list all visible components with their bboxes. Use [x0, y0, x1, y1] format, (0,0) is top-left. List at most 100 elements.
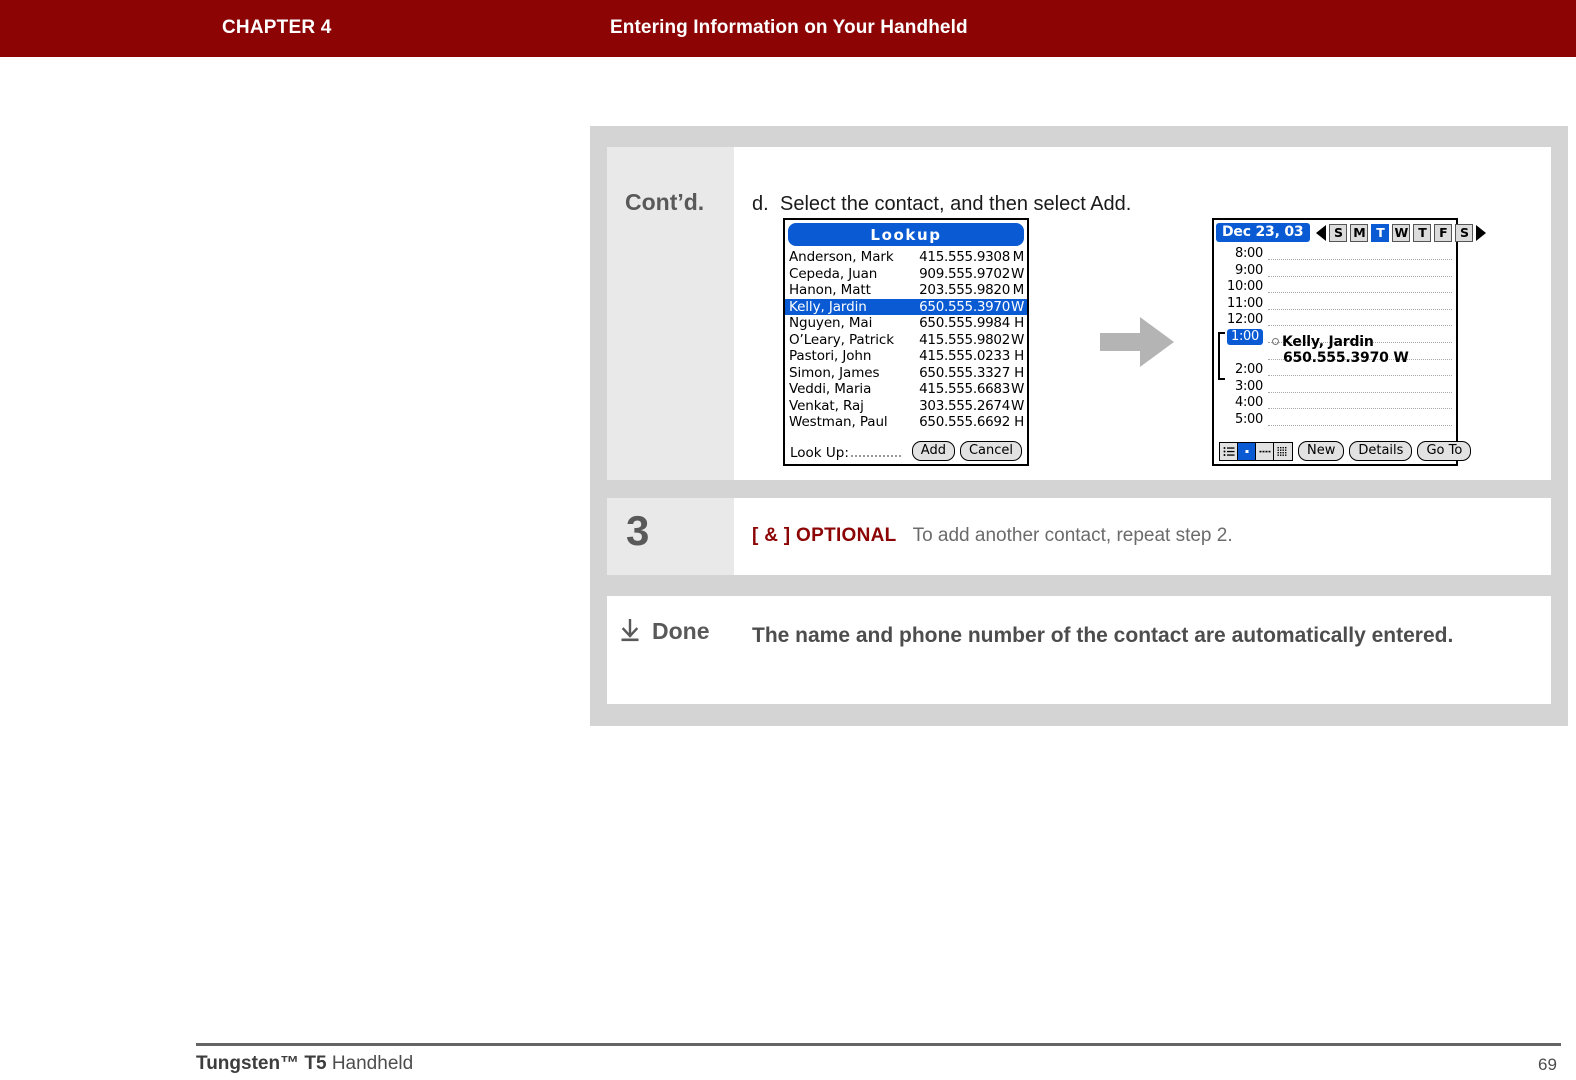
- calendar-time-label: 11:00: [1227, 295, 1263, 311]
- contact-phone-type: H: [1014, 414, 1024, 431]
- lookup-contact-row[interactable]: Westman, Paul 650.555.6692 H: [785, 414, 1027, 431]
- calendar-time-row[interactable]: 9:00: [1214, 263, 1456, 280]
- calendar-time-label: 3:00: [1235, 378, 1263, 394]
- contact-phone-type: W: [1010, 331, 1024, 348]
- contact-phone-type: W: [1010, 397, 1024, 414]
- agenda-view-icon[interactable]: [1220, 442, 1238, 460]
- calendar-slot-line: [1268, 275, 1452, 277]
- triangle-right-icon[interactable]: [1476, 224, 1487, 241]
- calendar-date[interactable]: Dec 23, 03: [1216, 223, 1311, 242]
- contact-phone: 650.555.3970: [919, 298, 1010, 315]
- weekday-button[interactable]: F: [1434, 223, 1453, 242]
- lookup-contact-row[interactable]: Simon, James 650.555.3327 H: [785, 365, 1027, 382]
- contact-phone-type: W: [1010, 265, 1024, 282]
- lookup-contact-list[interactable]: Anderson, Mark 415.555.9308 M Cepeda, Juan 9…: [785, 249, 1027, 431]
- calendar-day-view-screen: Dec 23, 03 SMTWTFS Kelly, Jardin 650.555…: [1212, 218, 1487, 466]
- contact-phone: 909.555.9702: [919, 265, 1010, 282]
- calendar-time-grid[interactable]: Kelly, Jardin 650.555.3970 W 8:00 9:00 10:…: [1214, 246, 1456, 429]
- details-button[interactable]: Details: [1349, 441, 1413, 461]
- calendar-slot-line: [1268, 292, 1452, 294]
- calendar-time-row[interactable]: 3:00: [1214, 379, 1456, 396]
- calendar-time-label: 9:00: [1235, 262, 1263, 278]
- lookup-contact-row[interactable]: Hanon, Matt 203.555.9820 M: [785, 282, 1027, 299]
- appointment-entry[interactable]: Kelly, Jardin 650.555.3970 W: [1272, 331, 1409, 366]
- calendar-time-label: 8:00: [1235, 246, 1263, 261]
- contact-name: Cepeda, Juan: [789, 265, 878, 282]
- calendar-slot-line: [1268, 408, 1452, 410]
- contact-phone: 203.555.9820: [919, 282, 1010, 299]
- calendar-time-row[interactable]: 12:00: [1214, 312, 1456, 329]
- step-3-number: 3: [626, 507, 650, 554]
- calendar-slot-line: [1268, 375, 1452, 377]
- contact-phone-type: M: [1012, 282, 1025, 299]
- triangle-left-icon[interactable]: [1316, 224, 1327, 241]
- weekday-button[interactable]: T: [1413, 223, 1432, 242]
- lookup-contact-row[interactable]: Anderson, Mark 415.555.9308 M: [785, 249, 1027, 266]
- contact-phone-type: H: [1014, 348, 1024, 365]
- footer-product-name: Tungsten™ T5 Handheld: [196, 1053, 413, 1075]
- optional-text: To add another contact, repeat step 2.: [912, 525, 1233, 546]
- contact-phone: 650.555.9984: [919, 315, 1010, 332]
- calendar-time-row[interactable]: 8:00: [1214, 246, 1456, 263]
- lookup-contact-row[interactable]: O’Leary, Patrick 415.555.9802 W: [785, 332, 1027, 349]
- contact-phone: 650.555.6692: [919, 414, 1010, 431]
- new-button[interactable]: New: [1298, 441, 1345, 461]
- contact-phone-type: W: [1010, 381, 1024, 398]
- step-label-column: Cont’d.: [607, 147, 734, 480]
- calendar-header: Dec 23, 03 SMTWTFS: [1216, 222, 1487, 243]
- calendar-time-row[interactable]: 5:00: [1214, 412, 1456, 429]
- contact-phone: 415.555.9308: [919, 249, 1010, 266]
- day-view-icon[interactable]: [1238, 442, 1256, 460]
- calendar-view-switcher[interactable]: [1219, 441, 1293, 461]
- done-row: Done: [619, 618, 710, 645]
- footer-divider: [196, 1043, 1561, 1046]
- lookup-contact-row[interactable]: Cepeda, Juan 909.555.9702 W: [785, 266, 1027, 283]
- calendar-slot-line: [1268, 308, 1452, 310]
- lookup-contact-row[interactable]: Kelly, Jardin 650.555.3970 W: [785, 298, 1027, 315]
- weekday-button[interactable]: S: [1329, 223, 1348, 242]
- calendar-footer: New Details Go To: [1214, 441, 1472, 461]
- header-chapter-label: CHAPTER 4: [222, 17, 332, 38]
- calendar-time-row[interactable]: 10:00: [1214, 279, 1456, 296]
- contact-name: Anderson, Mark: [789, 249, 894, 266]
- cancel-button[interactable]: Cancel: [959, 441, 1022, 461]
- weekday-button[interactable]: W: [1392, 223, 1411, 242]
- lookup-contact-row[interactable]: Nguyen, Mai 650.555.9984 H: [785, 315, 1027, 332]
- goto-button[interactable]: Go To: [1417, 441, 1472, 461]
- footer-product-bold: Tungsten™ T5: [196, 1053, 327, 1074]
- lookup-title: Lookup: [870, 225, 942, 244]
- lookup-footer: Look Up: Add Cancel: [785, 441, 1027, 461]
- calendar-slot-line: [1268, 391, 1452, 393]
- substep-d-line: d. Select the contact, and then select Ad…: [752, 193, 1131, 216]
- add-button[interactable]: Add: [911, 441, 955, 461]
- done-content-column: The name and phone number of the contact…: [734, 596, 1551, 704]
- calendar-time-row[interactable]: 11:00: [1214, 296, 1456, 313]
- contact-phone-type: W: [1010, 298, 1024, 315]
- done-label: Done: [652, 618, 710, 644]
- weekday-button[interactable]: T: [1371, 223, 1390, 242]
- lookup-input[interactable]: [850, 455, 901, 457]
- lookup-contact-row[interactable]: Pastori, John 415.555.0233 H: [785, 348, 1027, 365]
- calendar-slot-line: [1268, 424, 1452, 426]
- calendar-week-nav[interactable]: SMTWTFS: [1316, 223, 1487, 242]
- contact-phone-type: H: [1014, 315, 1024, 332]
- calendar-time-label: 12:00: [1227, 312, 1263, 328]
- weekday-button[interactable]: M: [1350, 223, 1369, 242]
- lookup-screen: Lookup Anderson, Mark 415.555.9308 M Cepeda…: [783, 218, 1029, 466]
- calendar-time-label: 10:00: [1227, 279, 1263, 295]
- calendar-time-row[interactable]: 4:00: [1214, 395, 1456, 412]
- lookup-contact-row[interactable]: Venkat, Raj 303.555.2674 W: [785, 398, 1027, 415]
- contact-name: Kelly, Jardin: [789, 298, 867, 315]
- contact-name: Pastori, John: [789, 348, 872, 365]
- header-title: Entering Information on Your Handheld: [610, 17, 968, 38]
- step-panel-3: 3 [ & ] OPTIONAL To add another contact, …: [607, 498, 1551, 575]
- lookup-contact-row[interactable]: Veddi, Maria 415.555.6683 W: [785, 381, 1027, 398]
- month-view-icon[interactable]: [1274, 442, 1292, 460]
- weekday-button[interactable]: S: [1455, 223, 1474, 242]
- footer-product-rest: Handheld: [326, 1053, 414, 1074]
- contact-phone: 303.555.2674: [919, 397, 1010, 414]
- appointment-span-bracket: [1218, 332, 1225, 380]
- week-view-icon[interactable]: [1256, 442, 1274, 460]
- contact-phone-type: H: [1014, 364, 1024, 381]
- appointment-bullet-icon: [1272, 338, 1279, 345]
